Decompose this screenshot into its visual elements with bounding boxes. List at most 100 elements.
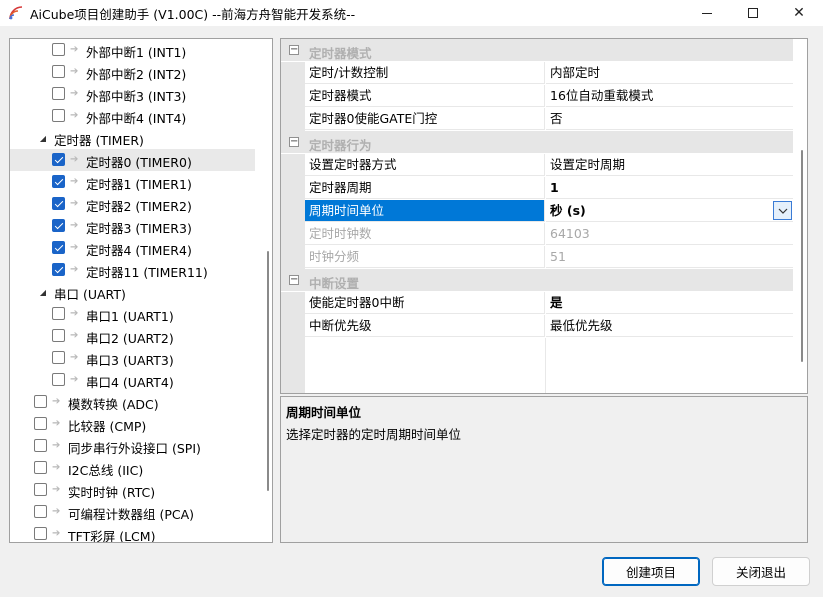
tree-item[interactable]: ➔ 外部中断4 (INT4) [10, 105, 255, 127]
arrow-right-icon: ➔ [70, 264, 79, 275]
tree-item-checkbox[interactable] [52, 351, 65, 364]
property-value[interactable]: 1 [546, 177, 793, 199]
property-name: 周期时间单位 [305, 200, 545, 222]
property-value[interactable]: 设置定时周期 [546, 154, 793, 176]
tree-item-checkbox[interactable] [34, 483, 47, 496]
property-row[interactable]: 中断优先级 最低优先级 [281, 315, 793, 338]
property-name: 设置定时器方式 [305, 154, 545, 176]
tree-item-label: 定时器3 (TIMER3) [86, 221, 192, 236]
property-value[interactable]: 最低优先级 [546, 315, 793, 337]
tree-item-checkbox[interactable] [52, 175, 65, 188]
tree-item[interactable]: ➔ 可编程计数器组 (PCA) [10, 501, 255, 523]
property-name: 使能定时器0中断 [305, 292, 545, 314]
tree-item[interactable]: ➔ 串口4 (UART4) [10, 369, 255, 391]
expand-triangle-icon[interactable]: ◢ [38, 133, 48, 143]
property-category[interactable]: − 中断设置 [281, 269, 793, 291]
dropdown-button[interactable] [773, 201, 792, 220]
tree-item[interactable]: ➔ 同步串行外设接口 (SPI) [10, 435, 255, 457]
minimize-button[interactable] [684, 0, 730, 26]
tree-item-checkbox[interactable] [52, 109, 65, 122]
tree-item[interactable]: ➔ I2C总线 (IIC) [10, 457, 255, 479]
property-row[interactable]: 定时器模式 16位自动重载模式 [281, 85, 793, 108]
tree-item-checkbox[interactable] [52, 263, 65, 276]
tree-item-checkbox[interactable] [52, 43, 65, 56]
tree-item[interactable]: ➔ 串口3 (UART3) [10, 347, 255, 369]
tree-item-label: 定时器1 (TIMER1) [86, 177, 192, 192]
tree-item-checkbox[interactable] [52, 87, 65, 100]
tree-item-label: 外部中断3 (INT3) [86, 89, 187, 104]
tree-item[interactable]: ➔ 串口2 (UART2) [10, 325, 255, 347]
tree-item-checkbox[interactable] [52, 197, 65, 210]
tree-item-label: 比较器 (CMP) [68, 419, 147, 434]
tree-item-checkbox[interactable] [34, 527, 47, 540]
tree-item[interactable]: ➔ 外部中断3 (INT3) [10, 83, 255, 105]
tree-item[interactable]: ➔ 定时器1 (TIMER1) [10, 171, 255, 193]
tree-item-checkbox[interactable] [34, 417, 47, 430]
tree-item-checkbox[interactable] [34, 505, 47, 518]
window-title: AiCube项目创建助手 (V1.00C) --前海方舟智能开发系统-- [30, 7, 356, 22]
property-row[interactable]: 周期时间单位秒 (s) [281, 200, 793, 223]
tree-item-checkbox[interactable] [52, 373, 65, 386]
tree-item[interactable]: ◢ 串口 (UART) [10, 281, 255, 303]
tree-item-checkbox[interactable] [34, 461, 47, 474]
tree-item[interactable]: ➔ 外部中断2 (INT2) [10, 61, 255, 83]
property-category[interactable]: − 定时器模式 [281, 39, 793, 61]
tree-item[interactable]: ➔ 串口1 (UART1) [10, 303, 255, 325]
tree-item-checkbox[interactable] [52, 153, 65, 166]
collapse-icon[interactable]: − [289, 45, 299, 55]
tree-item-checkbox[interactable] [34, 439, 47, 452]
tree-scrollbar-thumb[interactable] [267, 251, 269, 491]
property-grid[interactable]: − 定时器模式 定时/计数控制 内部定时 定时器模式 16位自动重载模式 定时器0使能GAT… [280, 38, 808, 394]
property-row[interactable]: 使能定时器0中断是 [281, 292, 793, 315]
create-project-button[interactable]: 创建项目 [602, 557, 700, 586]
tree-scrollbar[interactable] [264, 39, 272, 542]
property-row[interactable]: 设置定时器方式 设置定时周期 [281, 154, 793, 177]
expand-triangle-icon[interactable]: ◢ [38, 287, 48, 297]
close-icon: ✕ [793, 5, 805, 21]
tree-item-checkbox[interactable] [34, 395, 47, 408]
peripheral-tree[interactable]: ➔ TFT彩屏 (LCM) ➔ 可编程计数器组 (PCA) ➔ 实时时钟 (RTC) ➔ I2… [9, 38, 273, 543]
tree-item[interactable]: ➔ 比较器 (CMP) [10, 413, 255, 435]
property-value[interactable]: 否 [546, 108, 793, 130]
close-button[interactable]: ✕ [776, 0, 822, 26]
property-grid-scrollbar-thumb[interactable] [801, 150, 803, 362]
close-exit-button[interactable]: 关闭退出 [712, 557, 810, 586]
tree-item[interactable]: ➔ 实时时钟 (RTC) [10, 479, 255, 501]
collapse-icon[interactable]: − [289, 137, 299, 147]
property-row[interactable]: 定时器0使能GATE门控否 [281, 108, 793, 131]
arrow-right-icon: ➔ [70, 330, 79, 341]
tree-item-checkbox[interactable] [52, 241, 65, 254]
property-row[interactable]: 定时/计数控制 内部定时 [281, 62, 793, 85]
maximize-button[interactable] [730, 0, 776, 26]
property-value[interactable]: 16位自动重载模式 [546, 85, 793, 107]
property-name: 定时器周期 [305, 177, 545, 199]
collapse-icon[interactable]: − [289, 275, 299, 285]
tree-item-checkbox[interactable] [52, 329, 65, 342]
tree-item[interactable]: ◢ 定时器 (TIMER) [10, 127, 255, 149]
tree-item[interactable]: ➔ TFT彩屏 (LCM) [10, 523, 255, 542]
tree-item-checkbox[interactable] [52, 219, 65, 232]
tree-item[interactable]: ➔ 模数转换 (ADC) [10, 391, 255, 413]
property-value[interactable]: 是 [546, 292, 793, 314]
property-grid-scrollbar[interactable] [797, 39, 807, 393]
tree-item-label: I2C总线 (IIC) [68, 463, 144, 478]
tree-item-checkbox[interactable] [52, 307, 65, 320]
arrow-right-icon: ➔ [70, 374, 79, 385]
property-row[interactable]: 定时器周期 1 [281, 177, 793, 200]
description-panel: 周期时间单位 选择定时器的定时周期时间单位 [280, 396, 808, 543]
tree-item[interactable]: ➔ 外部中断1 (INT1) [10, 39, 255, 61]
tree-item[interactable]: ➔ 定时器11 (TIMER11) [10, 259, 255, 281]
tree-item-checkbox[interactable] [52, 65, 65, 78]
tree-item[interactable]: ➔ 定时器3 (TIMER3) [10, 215, 255, 237]
tree-item[interactable]: ➔ 定时器4 (TIMER4) [10, 237, 255, 259]
property-category[interactable]: − 定时器行为 [281, 131, 793, 153]
tree-item[interactable]: ➔ 定时器2 (TIMER2) [10, 193, 255, 215]
property-value[interactable]: 秒 (s) [546, 200, 793, 222]
minimize-icon [702, 12, 712, 14]
maximize-icon [748, 8, 758, 18]
property-value: 64103 [546, 223, 793, 245]
property-value[interactable]: 内部定时 [546, 62, 793, 84]
tree-item[interactable]: ➔ 定时器0 (TIMER0) [10, 149, 255, 171]
arrow-right-icon: ➔ [70, 308, 79, 319]
property-name: 中断优先级 [305, 315, 545, 337]
